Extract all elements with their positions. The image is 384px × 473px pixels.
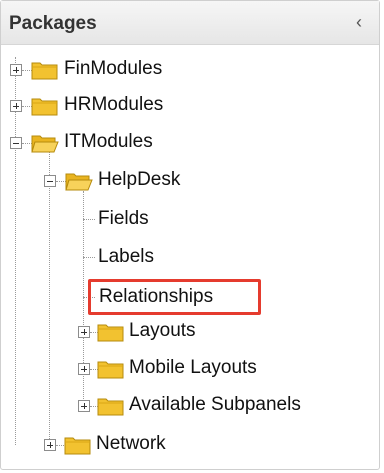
folder-icon bbox=[97, 322, 125, 342]
tree-node-itmodules[interactable]: ITModules bbox=[64, 131, 153, 153]
collapse-toggle-helpdesk[interactable] bbox=[44, 175, 56, 187]
tree-node-hrmodules[interactable]: HRModules bbox=[64, 94, 163, 116]
expand-toggle-mobile-layouts[interactable] bbox=[78, 363, 90, 375]
open-folder-icon bbox=[31, 133, 59, 153]
collapse-toggle-itmodules[interactable] bbox=[10, 137, 22, 149]
tree-node-network[interactable]: Network bbox=[96, 433, 166, 455]
tree-node-finmodules[interactable]: FinModules bbox=[64, 58, 162, 80]
panel-header: Packages ‹ bbox=[1, 1, 379, 45]
packages-panel: Packages ‹ FinModules HRModules ITModule… bbox=[0, 0, 380, 470]
tree-connector bbox=[49, 151, 50, 445]
folder-icon bbox=[97, 396, 125, 416]
tree-node-labels[interactable]: Labels bbox=[98, 246, 154, 268]
tree-connector bbox=[83, 191, 84, 411]
folder-icon bbox=[31, 60, 59, 80]
folder-icon bbox=[64, 435, 92, 455]
panel-title: Packages bbox=[9, 13, 97, 34]
folder-icon bbox=[31, 96, 59, 116]
expand-toggle-hrmodules[interactable] bbox=[10, 100, 22, 112]
open-folder-icon bbox=[65, 171, 93, 191]
expand-toggle-network[interactable] bbox=[44, 439, 56, 451]
expand-toggle-available-subpanels[interactable] bbox=[78, 400, 90, 412]
tree-connector bbox=[15, 57, 16, 445]
tree-connector bbox=[83, 219, 95, 220]
tree-node-layouts[interactable]: Layouts bbox=[129, 320, 196, 342]
tree-node-helpdesk[interactable]: HelpDesk bbox=[98, 169, 180, 191]
tree-connector bbox=[56, 445, 64, 446]
folder-icon bbox=[97, 359, 125, 379]
highlight-box bbox=[88, 279, 261, 315]
tree-connector bbox=[83, 257, 95, 258]
tree-node-fields[interactable]: Fields bbox=[98, 208, 149, 230]
tree-node-available-subpanels[interactable]: Available Subpanels bbox=[129, 394, 301, 416]
collapse-button[interactable]: ‹ bbox=[349, 12, 369, 32]
tree-node-mobile-layouts[interactable]: Mobile Layouts bbox=[129, 357, 257, 379]
expand-toggle-layouts[interactable] bbox=[78, 326, 90, 338]
expand-toggle-finmodules[interactable] bbox=[10, 64, 22, 76]
